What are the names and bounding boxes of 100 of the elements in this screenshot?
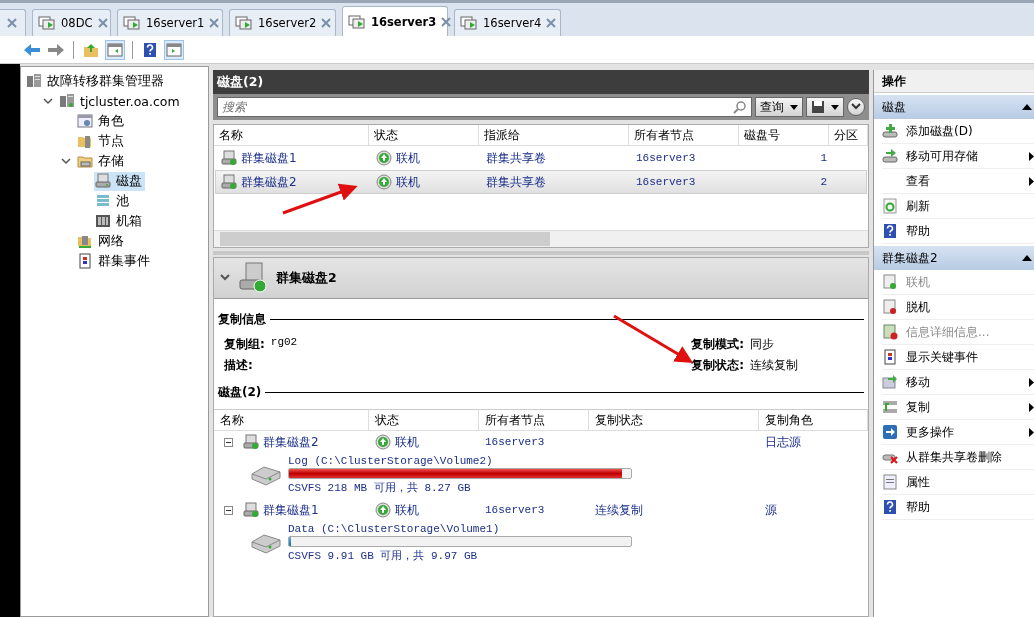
column-header[interactable]: 所有者节点 [629,125,739,146]
remote-desktop-icon [460,15,478,31]
browser-tab[interactable]: 16server4 [454,9,561,36]
tree-item[interactable]: 角色 [76,111,127,131]
browser-tab[interactable]: 16server1 [117,9,223,36]
info-details-icon [882,324,898,340]
tree-item[interactable]: 池 [94,191,132,211]
action-item[interactable]: 添加磁盘(D) [882,119,1034,144]
column-header[interactable]: 名称 [214,409,369,431]
caret-icon [790,104,798,110]
column-header[interactable]: 分区 [829,125,868,146]
online-status-icon [376,174,392,190]
replicate-icon [882,399,898,415]
folder-drive-icon [77,153,93,169]
tree-item[interactable]: 磁盘 [94,171,145,191]
server-cluster-icon [59,93,75,109]
remote-desktop-icon [123,15,141,31]
column-header[interactable]: 指派给 [479,125,629,146]
collapse-arrow-icon[interactable] [1022,104,1032,110]
tree-item[interactable]: 存储 [76,151,127,171]
action-pane-button[interactable] [164,39,184,60]
save-icon [811,100,825,114]
tree-item[interactable]: tjcluster.oa.com [58,92,183,110]
browser-tab[interactable]: 08DC [32,9,111,36]
browser-tab[interactable]: 16server3 [342,6,448,36]
table-cell: 联机 [396,173,420,191]
disk-drive-icon [221,150,237,166]
action-item[interactable]: 更多操作 [882,420,1034,445]
column-header[interactable]: 状态 [369,125,479,146]
action-item[interactable]: 显示关键事件 [882,345,1034,370]
remote-desktop-icon [348,13,366,30]
table-cell: 日志源 [765,433,801,451]
table-cell: 群集共享卷 [486,173,546,191]
panel-title: 磁盘(2) [213,70,869,94]
table-cell: 16server3 [485,504,545,516]
table-cell: 16server3 [636,176,696,188]
action-item[interactable]: 帮助 [882,219,1034,244]
collapse-icon[interactable] [224,437,233,447]
close-icon [209,18,220,28]
caret-icon [831,104,839,110]
move-icon [882,374,898,390]
submenu-arrow-icon [1029,402,1034,412]
tree-item[interactable]: 网络 [76,231,127,251]
column-header[interactable]: 磁盘号 [739,125,829,146]
tree-item[interactable]: 群集事件 [76,251,153,271]
column-header[interactable]: 复制状态 [589,409,759,431]
close-icon [97,18,108,28]
tree-item[interactable]: 机箱 [94,211,145,231]
chevron-icon [220,274,230,282]
action-item[interactable]: 移动可用存储 [882,144,1034,169]
action-item[interactable]: 帮助 [882,495,1034,520]
table-row[interactable]: 群集磁盘1 联机 群集共享卷 16server3 1 [216,147,866,169]
column-header[interactable]: 名称 [214,125,369,146]
table-cell: 16server3 [485,436,545,448]
tree-item[interactable]: 节点 [76,131,127,151]
action-item[interactable]: 脱机 [882,295,1034,320]
action-item[interactable]: 属性 [882,470,1034,495]
table-cell: 群集磁盘1 [263,501,319,519]
table-cell: 连续复制 [595,501,643,519]
help-icon [882,223,898,239]
action-item[interactable]: 刷新 [882,194,1034,219]
tree-item[interactable]: 故障转移群集管理器 [25,71,167,91]
expand-button[interactable] [847,98,865,116]
online-status-icon [376,150,392,166]
query-button[interactable]: 查询 [755,97,803,117]
disk-drive-icon [95,173,111,189]
close-icon [7,18,17,28]
field-label: 复制组: [224,336,265,353]
action-item[interactable]: 移动 [882,370,1034,395]
chevron-icon[interactable] [43,96,53,106]
window-gear-icon [77,113,93,129]
action-item[interactable]: 复制 [882,395,1034,420]
horizontal-scrollbar[interactable] [214,230,868,247]
action-item[interactable]: 从群集共享卷删除 [882,445,1034,470]
hard-drive-icon [250,464,282,486]
collapse-icon[interactable] [224,505,233,515]
column-header[interactable]: 状态 [369,409,479,431]
table-cell: 群集磁盘2 [241,173,297,191]
table-row[interactable]: 群集磁盘2 联机 群集共享卷 16server3 2 [216,171,866,193]
chevron-icon[interactable] [61,156,71,166]
save-query-button[interactable] [806,97,844,117]
enclosure-icon [95,213,111,229]
move-disk-icon [882,148,898,164]
search-field[interactable]: 搜索 [217,97,752,117]
online-status-icon [375,434,391,450]
column-header[interactable]: 复制角色 [759,409,868,431]
field-label: 复制状态: [691,357,744,374]
server-cluster-icon [26,73,42,89]
network-icon [77,233,93,249]
checklist-up-icon [882,274,898,290]
collapse-arrow-icon[interactable] [1022,255,1032,261]
column-header[interactable]: 所有者节点 [479,409,589,431]
browser-tab[interactable] [0,9,26,36]
action-item[interactable]: 查看 [882,169,1034,194]
chevron-down-icon [851,103,861,111]
volume-capacity: CSVFS 218 MB 可用，共 8.27 GB [288,481,472,495]
disk-drive-icon [221,174,237,190]
browser-tab[interactable]: 16server2 [229,9,336,36]
show-pane-button[interactable] [105,39,125,60]
field-label: 复制模式: [691,336,744,353]
